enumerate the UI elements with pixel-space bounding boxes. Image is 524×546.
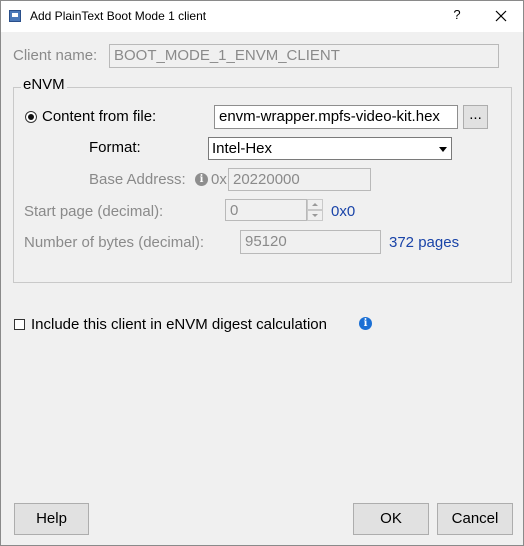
- pages-count: 372 pages: [389, 234, 460, 251]
- help-title-button[interactable]: ?: [451, 7, 463, 22]
- format-label: Format:: [89, 139, 141, 156]
- start-page-input[interactable]: 0: [225, 199, 307, 221]
- include-digest-label: Include this client in eNVM digest calcu…: [31, 316, 327, 333]
- base-address-label: Base Address:: [89, 171, 186, 188]
- start-page-hex: 0x0: [331, 203, 356, 220]
- format-selected-value: Intel-Hex: [212, 140, 273, 157]
- close-icon: [495, 10, 507, 22]
- base-address-input[interactable]: 20220000: [228, 168, 371, 191]
- info-icon: i: [195, 173, 208, 186]
- include-digest-checkbox[interactable]: [14, 319, 25, 330]
- spin-down-icon[interactable]: [307, 210, 323, 221]
- format-select[interactable]: Intel-Hex: [208, 137, 452, 160]
- client-name-input[interactable]: BOOT_MODE_1_ENVM_CLIENT: [109, 44, 499, 68]
- start-page-spinner[interactable]: [307, 199, 323, 221]
- base-address-prefix: 0x: [211, 171, 227, 188]
- file-path-input[interactable]: envm-wrapper.mpfs-video-kit.hex: [214, 105, 458, 129]
- dialog-window: Add PlainText Boot Mode 1 client ? Clien…: [0, 0, 524, 546]
- spin-up-icon[interactable]: [307, 199, 323, 210]
- cancel-button[interactable]: Cancel: [437, 503, 513, 535]
- title-bar: Add PlainText Boot Mode 1 client ?: [1, 1, 523, 32]
- help-button[interactable]: Help: [14, 503, 89, 535]
- close-button[interactable]: [491, 7, 511, 25]
- envm-group-title: eNVM: [21, 76, 67, 93]
- window-title: Add PlainText Boot Mode 1 client: [30, 9, 207, 23]
- content-from-file-label: Content from file:: [42, 108, 157, 125]
- content-from-file-radio[interactable]: [25, 111, 37, 123]
- app-window-icon: [9, 10, 21, 22]
- bytes-label: Number of bytes (decimal):: [24, 234, 205, 251]
- browse-button[interactable]: ...: [463, 105, 488, 129]
- digest-info-icon[interactable]: i: [359, 317, 372, 330]
- ok-button[interactable]: OK: [353, 503, 429, 535]
- bytes-input[interactable]: 95120: [240, 230, 381, 254]
- chevron-down-icon: [439, 147, 447, 152]
- client-name-label: Client name:: [13, 47, 98, 64]
- start-page-label: Start page (decimal):: [24, 203, 164, 220]
